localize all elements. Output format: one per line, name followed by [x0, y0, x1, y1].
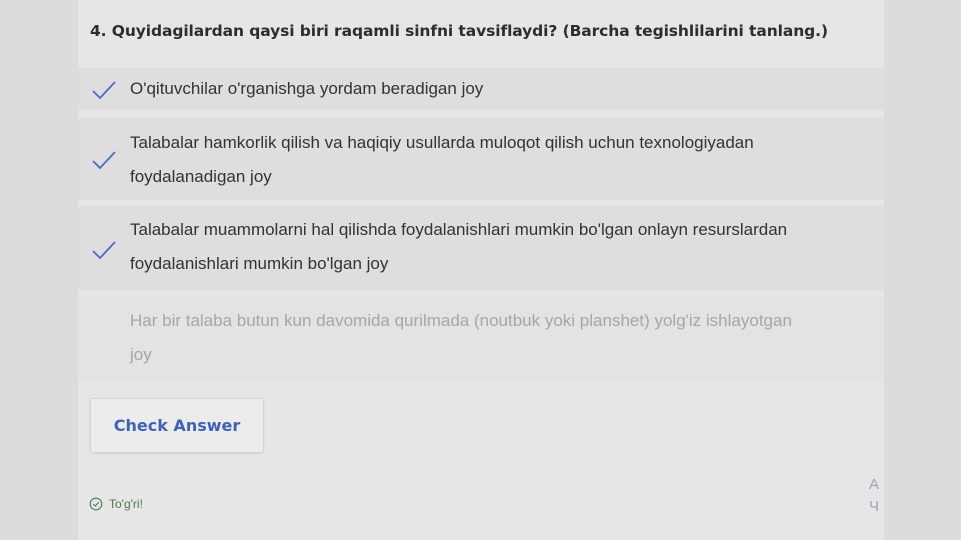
checkmark-icon: [92, 151, 116, 170]
option-line: foydalanishlari mumkin bo'lgan joy: [130, 254, 389, 273]
option-3-text: Talabalar muammolarni hal qilishda foyda…: [130, 213, 860, 281]
side-char: Ч: [869, 498, 879, 515]
option-line: foydalanadigan joy: [130, 167, 272, 186]
result-status: To'g'ri!: [89, 497, 143, 511]
option-line: Talabalar hamkorlik qilish va haqiqiy us…: [130, 133, 754, 152]
option-4[interactable]: Har bir talaba butun kun davomida qurilm…: [78, 296, 884, 382]
option-2-text: Talabalar hamkorlik qilish va haqiqiy us…: [130, 126, 860, 194]
option-1-text: O'qituvchilar o'rganishga yordam beradig…: [130, 72, 860, 106]
option-line: O'qituvchilar o'rganishga yordam beradig…: [130, 79, 484, 98]
side-char: A: [868, 476, 879, 493]
check-answer-button[interactable]: Check Answer: [90, 398, 264, 453]
option-line: Har bir talaba butun kun davomida qurilm…: [130, 311, 792, 330]
check-circle-icon: [89, 497, 103, 511]
option-3[interactable]: Talabalar muammolarni hal qilishda foyda…: [78, 206, 884, 290]
option-2[interactable]: Talabalar hamkorlik qilish va haqiqiy us…: [78, 118, 884, 200]
option-line: Talabalar muammolarni hal qilishda foyda…: [130, 220, 788, 239]
option-line: joy: [130, 345, 152, 364]
checkmark-icon: [92, 81, 116, 100]
side-indicator: A Ч: [866, 474, 882, 518]
question-text: 4. Quyidagilardan qaysi biri raqamli sin…: [90, 22, 828, 40]
quiz-page: SOFF SOFF SOFF 4. Quyidagilardan qaysi b…: [0, 0, 961, 540]
result-text: To'g'ri!: [109, 497, 143, 511]
option-4-text: Har bir talaba butun kun davomida qurilm…: [130, 304, 860, 372]
option-1[interactable]: O'qituvchilar o'rganishga yordam beradig…: [78, 68, 884, 110]
checkmark-icon: [92, 241, 116, 260]
